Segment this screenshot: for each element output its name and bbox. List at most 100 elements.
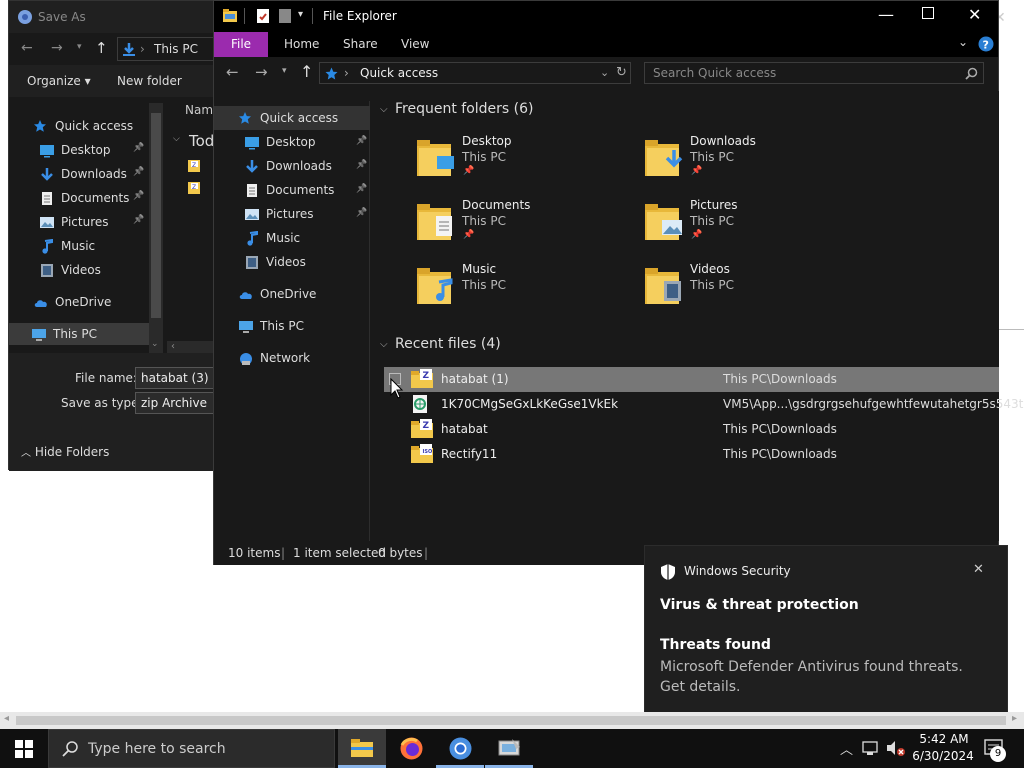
sidebar-item-onedrive[interactable]: OneDrive (33, 291, 111, 313)
tree-scrollbar[interactable]: ⌄ (149, 103, 163, 353)
nav-item-videos[interactable]: Videos (244, 250, 306, 274)
up-arrow-icon[interactable]: ↑ (95, 39, 108, 57)
tab-view[interactable]: View (401, 32, 429, 57)
recent-file-row[interactable]: Zhatabat (1) This PC\Downloads (384, 367, 999, 392)
pictures-icon (40, 216, 54, 228)
address-bar[interactable]: › Quick access ⌄ ↻ (319, 62, 631, 84)
back-arrow-icon[interactable]: ← (21, 40, 33, 56)
properties-icon[interactable] (256, 8, 270, 24)
sidebar-item-pictures[interactable]: Pictures (39, 211, 109, 233)
nav-item-pictures[interactable]: Pictures (244, 202, 314, 226)
nav-item-this-pc[interactable]: This PC (238, 314, 304, 338)
desktop-icon (245, 136, 259, 149)
close-icon[interactable]: ✕ (968, 5, 981, 24)
frequent-folder-pictures[interactable]: Pictures This PC 📌 (643, 198, 863, 254)
scroll-right-icon[interactable]: ▸ (1012, 713, 1017, 724)
network-icon[interactable] (862, 741, 880, 756)
customize-toolbar-icon[interactable]: ▾ (298, 9, 303, 20)
recent-file-row[interactable]: 1K70CMgSeGxLkKeGse1VkEk VM5\App...\gsdrgr… (384, 392, 1023, 417)
expand-ribbon-icon[interactable]: ⌄ (958, 35, 968, 49)
recent-locations-icon[interactable]: ▾ (282, 66, 287, 76)
file-name-input[interactable]: hatabat (3) (135, 367, 219, 389)
up-arrow-icon[interactable]: ↑ (300, 62, 313, 81)
nav-item-network[interactable]: Network (238, 346, 310, 370)
tab-file[interactable]: File (214, 32, 268, 57)
nav-item-music[interactable]: Music (244, 226, 300, 250)
nav-item-documents[interactable]: Documents (244, 178, 334, 202)
frequent-folder-music[interactable]: Music This PC (415, 262, 635, 318)
nav-item-downloads[interactable]: Downloads (244, 154, 332, 178)
refresh-icon[interactable]: ↻ (616, 65, 627, 80)
scroll-thumb[interactable] (16, 716, 1006, 725)
documents-folder-icon (417, 204, 452, 240)
frequent-folder-downloads[interactable]: Downloads This PC 📌 (643, 134, 863, 190)
nav-item-desktop[interactable]: Desktop (244, 130, 316, 154)
address-dropdown-icon[interactable]: ⌄ (600, 66, 609, 79)
windows-start-icon[interactable] (15, 740, 33, 758)
zip-file-icon: Z (188, 182, 200, 194)
new-folder-button[interactable]: New folder (117, 74, 182, 88)
downloads-folder-icon (645, 140, 683, 176)
taskbar-app[interactable] (485, 729, 533, 768)
organize-button[interactable]: Organize ▾ (27, 74, 91, 88)
taskbar-chrome[interactable] (436, 729, 484, 768)
frequent-folders-header[interactable]: Frequent folders (6) (395, 101, 534, 117)
security-notification[interactable]: Windows Security ✕ Virus & threat protec… (644, 545, 1008, 715)
nav-item-label: This PC (260, 319, 304, 333)
chevron-down-icon[interactable]: ▾ (77, 42, 82, 52)
sidebar-item-desktop[interactable]: Desktop (39, 139, 111, 161)
sidebar-item-videos[interactable]: Videos (39, 259, 101, 281)
recent-file-row[interactable]: Zhatabat This PC\Downloads (384, 417, 999, 442)
save-type-select[interactable]: zip Archive (135, 392, 219, 414)
pin-icon: 📌 (356, 136, 368, 146)
nav-item-label: Pictures (266, 207, 314, 221)
sidebar-item-documents[interactable]: Documents (39, 187, 129, 209)
forward-arrow-icon[interactable]: → (255, 63, 268, 81)
save-as-breadcrumb[interactable]: This PC (154, 42, 198, 56)
taskbar-search-box[interactable]: Type here to search (48, 729, 335, 768)
frequent-folder-desktop[interactable]: Desktop This PC 📌 (415, 134, 635, 190)
maximize-icon[interactable] (922, 7, 934, 19)
taskbar-file-explorer[interactable] (338, 729, 386, 768)
tab-home[interactable]: Home (284, 32, 319, 57)
sidebar-item-downloads[interactable]: Downloads (39, 163, 127, 185)
save-as-folder-tree: Quick access Desktop 📌 Downloads 📌 Documents 📌… (9, 101, 165, 351)
sidebar-item-music[interactable]: Music (39, 235, 95, 257)
collapse-icon[interactable]: ⌵ (173, 134, 180, 144)
documents-icon (247, 183, 257, 197)
navigation-pane: Quick access Desktop 📌 Downloads 📌 Documents 📌… (214, 101, 370, 541)
page-hscrollbar[interactable]: ◂ ▸ (0, 712, 1024, 729)
scroll-left-icon[interactable]: ◂ (4, 713, 9, 724)
ribbon: File Home Share View ⌄ ? (214, 32, 998, 57)
new-folder-icon[interactable] (278, 8, 292, 24)
minimize-icon[interactable]: — (878, 5, 894, 24)
tab-share[interactable]: Share (343, 32, 378, 57)
frequent-folder-documents[interactable]: Documents This PC 📌 (415, 198, 635, 254)
collapse-icon[interactable]: ⌵ (380, 104, 388, 115)
forward-arrow-icon[interactable]: → (51, 40, 63, 56)
close-icon[interactable]: ✕ (973, 562, 984, 577)
sidebar-item-this-pc[interactable]: This PC (9, 323, 149, 345)
clock-date[interactable]: 6/30/2024 (910, 749, 976, 763)
nav-item-onedrive[interactable]: OneDrive (238, 282, 316, 306)
sidebar-item-quick-access[interactable]: Quick access (33, 115, 133, 137)
nav-item-label: Network (260, 351, 311, 365)
back-arrow-icon[interactable]: ← (226, 63, 239, 81)
taskbar-firefox[interactable] (387, 729, 435, 768)
recent-files-header[interactable]: Recent files (4) (395, 336, 501, 352)
search-input[interactable]: Search Quick access (644, 62, 984, 84)
nav-item-quick-access[interactable]: Quick access (214, 106, 370, 130)
star-icon (34, 119, 46, 132)
hide-folders-button[interactable]: ︿ Hide Folders (21, 444, 109, 459)
download-icon (41, 167, 53, 181)
scroll-down-icon[interactable]: ⌄ (151, 339, 159, 349)
save-as-address-bar[interactable]: › This PC (117, 37, 217, 61)
collapse-icon[interactable]: ⌵ (380, 339, 388, 350)
chevron-up-icon[interactable]: ︿ (840, 739, 853, 758)
help-icon[interactable]: ? (978, 36, 994, 52)
recent-file-row[interactable]: ISO Rectify11 This PC\Downloads (384, 442, 999, 467)
frequent-folder-videos[interactable]: Videos This PC (643, 262, 863, 318)
clock-time[interactable]: 5:42 AM (916, 732, 972, 746)
volume-muted-icon[interactable] (886, 740, 906, 757)
address-text: Quick access (360, 66, 439, 80)
